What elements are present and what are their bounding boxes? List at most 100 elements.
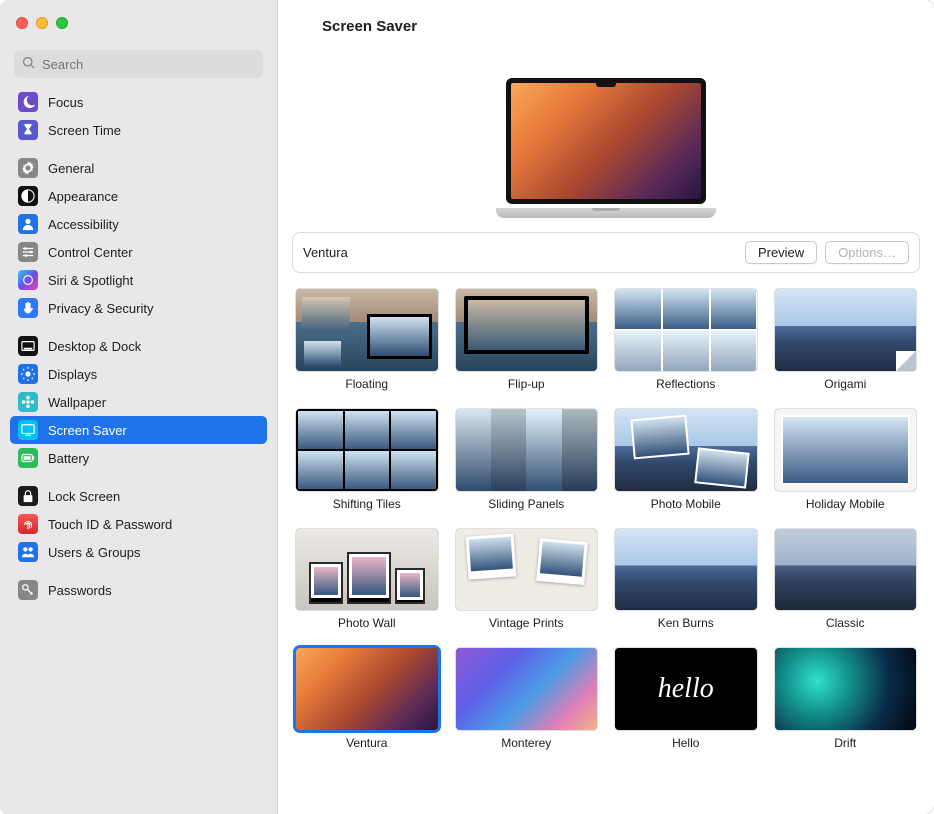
main-header: Screen Saver	[278, 0, 934, 52]
sidebar-item-label: Control Center	[48, 245, 133, 260]
sidebar-item-passwords[interactable]: Passwords	[10, 576, 267, 604]
sidebar-item-label: Appearance	[48, 189, 118, 204]
saver-reflections[interactable]: Reflections	[615, 289, 757, 391]
sidebar-item-label: Touch ID & Password	[48, 517, 172, 532]
main-body[interactable]: Ventura Preview Options… Floating Flip-up…	[278, 52, 934, 814]
saver-thumbnail[interactable]: hello	[615, 648, 757, 730]
sidebar-item-control-center[interactable]: Control Center	[10, 238, 267, 266]
saver-drift[interactable]: Drift	[775, 648, 917, 750]
screen-icon	[18, 420, 38, 440]
saver-grid: Floating Flip-up Reflections Origami Shiftin…	[288, 283, 924, 756]
saver-thumbnail[interactable]	[456, 648, 598, 730]
saver-label: Classic	[826, 616, 865, 630]
laptop-icon	[496, 78, 716, 212]
saver-ventura[interactable]: Ventura	[296, 648, 438, 750]
search-icon	[22, 56, 36, 73]
sidebar-item-label: Lock Screen	[48, 489, 120, 504]
sidebar-item-label: Battery	[48, 451, 89, 466]
search-input[interactable]	[42, 57, 255, 72]
sidebar-item-touch-id[interactable]: Touch ID & Password	[10, 510, 267, 538]
sidebar-item-screen-time[interactable]: Screen Time	[10, 116, 267, 144]
saver-holiday-mobile[interactable]: Holiday Mobile	[775, 409, 917, 511]
sidebar-item-label: Focus	[48, 95, 83, 110]
sidebar-list[interactable]: Focus Screen Time General Appearance Accessi…	[0, 88, 277, 814]
saver-floating[interactable]: Floating	[296, 289, 438, 391]
fullscreen-button[interactable]	[56, 17, 68, 29]
saver-preview	[288, 52, 924, 226]
saver-thumbnail[interactable]	[775, 529, 917, 611]
sidebar-item-desktop-dock[interactable]: Desktop & Dock	[10, 332, 267, 360]
saver-thumbnail[interactable]	[296, 648, 438, 730]
sidebar-item-accessibility[interactable]: Accessibility	[10, 210, 267, 238]
minimize-button[interactable]	[36, 17, 48, 29]
saver-thumbnail[interactable]	[456, 289, 598, 371]
flower-icon	[18, 392, 38, 412]
saver-thumbnail[interactable]	[296, 289, 438, 371]
saver-photo-mobile[interactable]: Photo Mobile	[615, 409, 757, 511]
saver-origami[interactable]: Origami	[775, 289, 917, 391]
saver-thumbnail[interactable]	[615, 529, 757, 611]
saver-label: Flip-up	[508, 377, 545, 391]
sidebar-item-label: Accessibility	[48, 217, 119, 232]
sidebar-item-label: Displays	[48, 367, 97, 382]
sidebar-item-appearance[interactable]: Appearance	[10, 182, 267, 210]
sidebar-item-label: Privacy & Security	[48, 301, 153, 316]
saver-thumbnail[interactable]	[615, 409, 757, 491]
saver-thumbnail[interactable]	[775, 648, 917, 730]
saver-thumbnail[interactable]	[456, 409, 598, 491]
sidebar-item-label: Siri & Spotlight	[48, 273, 133, 288]
preview-button[interactable]: Preview	[745, 241, 817, 264]
saver-thumbnail[interactable]	[775, 409, 917, 491]
sidebar-item-label: Screen Time	[48, 123, 121, 138]
search-field[interactable]	[14, 50, 263, 78]
lock-icon	[18, 486, 38, 506]
saver-vintage-prints[interactable]: Vintage Prints	[456, 529, 598, 631]
sidebar-item-label: Desktop & Dock	[48, 339, 141, 354]
sidebar-item-screen-saver[interactable]: Screen Saver	[10, 416, 267, 444]
saver-label: Ventura	[346, 736, 387, 750]
saver-thumbnail[interactable]	[456, 529, 598, 611]
saver-label: Ken Burns	[658, 616, 714, 630]
saver-ken-burns[interactable]: Ken Burns	[615, 529, 757, 631]
gear-icon	[18, 158, 38, 178]
hand-icon	[18, 298, 38, 318]
sidebar-item-lock-screen[interactable]: Lock Screen	[10, 482, 267, 510]
sidebar-item-wallpaper[interactable]: Wallpaper	[10, 388, 267, 416]
sidebar-item-users-groups[interactable]: Users & Groups	[10, 538, 267, 566]
saver-label: Reflections	[656, 377, 715, 391]
titlebar	[0, 0, 277, 46]
saver-monterey[interactable]: Monterey	[456, 648, 598, 750]
sidebar-item-displays[interactable]: Displays	[10, 360, 267, 388]
saver-label: Floating	[345, 377, 388, 391]
sidebar-item-label: Users & Groups	[48, 545, 140, 560]
saver-thumbnail[interactable]	[296, 529, 438, 611]
sidebar-item-privacy-security[interactable]: Privacy & Security	[10, 294, 267, 322]
saver-classic[interactable]: Classic	[775, 529, 917, 631]
current-saver-row: Ventura Preview Options…	[292, 232, 920, 273]
people-icon	[18, 542, 38, 562]
person-icon	[18, 214, 38, 234]
saver-label: Origami	[824, 377, 866, 391]
saver-shifting-tiles[interactable]: Shifting Tiles	[296, 409, 438, 511]
hourglass-icon	[18, 120, 38, 140]
saver-thumbnail[interactable]	[615, 289, 757, 371]
saver-label: Photo Mobile	[651, 497, 721, 511]
saver-thumbnail[interactable]	[775, 289, 917, 371]
sidebar-item-label: Screen Saver	[48, 423, 127, 438]
sidebar-item-general[interactable]: General	[10, 154, 267, 182]
saver-photo-wall[interactable]: Photo Wall	[296, 529, 438, 631]
sidebar-item-focus[interactable]: Focus	[10, 88, 267, 116]
saver-hello[interactable]: helloHello	[615, 648, 757, 750]
sidebar-item-battery[interactable]: Battery	[10, 444, 267, 472]
main-panel: Screen Saver Ventura Preview Options… Fl…	[278, 0, 934, 814]
battery-icon	[18, 448, 38, 468]
sidebar-item-siri-spotlight[interactable]: Siri & Spotlight	[10, 266, 267, 294]
saver-label: Photo Wall	[338, 616, 396, 630]
saver-flip-up[interactable]: Flip-up	[456, 289, 598, 391]
sidebar-item-label: Wallpaper	[48, 395, 106, 410]
options-button[interactable]: Options…	[825, 241, 909, 264]
saver-sliding-panels[interactable]: Sliding Panels	[456, 409, 598, 511]
close-button[interactable]	[16, 17, 28, 29]
saver-thumbnail[interactable]	[296, 409, 438, 491]
saver-label: Sliding Panels	[488, 497, 564, 511]
